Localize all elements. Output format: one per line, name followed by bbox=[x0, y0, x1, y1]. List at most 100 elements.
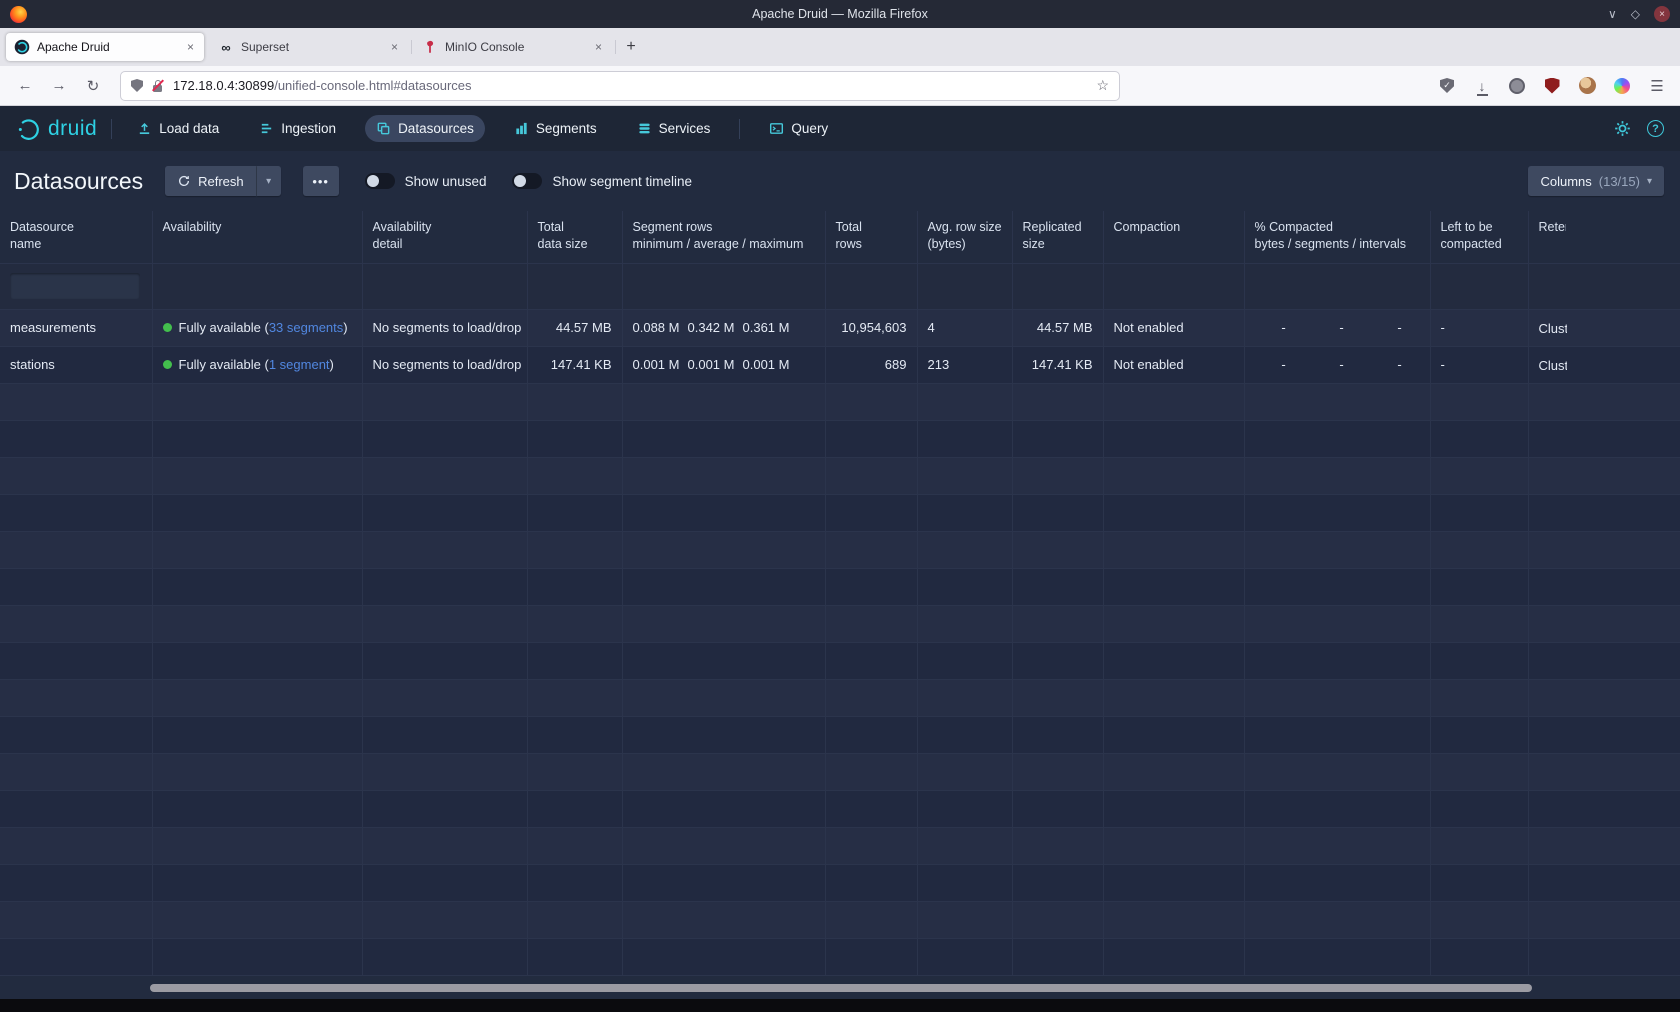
nav-label: Load data bbox=[159, 121, 219, 136]
druid-logo-icon bbox=[16, 116, 42, 142]
cell-segment-rows: 0.088 M0.342 M0.361 M bbox=[622, 309, 825, 346]
downloads-icon[interactable]: ↓ bbox=[1469, 73, 1495, 99]
empty-table-row bbox=[0, 383, 1680, 420]
table-row[interactable]: stations Fully available (1 segment) No … bbox=[0, 346, 1680, 383]
horizontal-scrollbar[interactable] bbox=[150, 984, 1532, 992]
filter-row bbox=[0, 263, 1680, 309]
bookmark-star-icon[interactable]: ☆ bbox=[1096, 77, 1109, 94]
columns-button[interactable]: Columns (13/15) ▾ bbox=[1528, 166, 1664, 196]
tab-close-icon[interactable]: × bbox=[389, 40, 400, 54]
col-availability[interactable]: Availability bbox=[152, 211, 362, 263]
ingestion-icon bbox=[259, 121, 274, 136]
url-path: /unified-console.html#datasources bbox=[274, 78, 471, 93]
cell-pct-compacted: --- bbox=[1244, 346, 1430, 383]
url-bar[interactable]: 172.18.0.4:30899/unified-console.html#da… bbox=[120, 71, 1120, 101]
more-options-button[interactable]: ••• bbox=[303, 166, 339, 196]
col-availability-detail[interactable]: Availabilitydetail bbox=[362, 211, 527, 263]
refresh-dropdown-button[interactable]: ▾ bbox=[257, 166, 281, 196]
menu-button[interactable]: ☰ bbox=[1644, 73, 1670, 99]
profile-avatar[interactable] bbox=[1574, 73, 1600, 99]
show-segment-timeline-toggle[interactable]: Show segment timeline bbox=[512, 173, 692, 189]
cell-left-to-compact: - bbox=[1430, 309, 1528, 346]
empty-table-row bbox=[0, 568, 1680, 605]
settings-gear-icon[interactable] bbox=[1613, 119, 1632, 138]
col-left-to-compact[interactable]: Left to becompacted bbox=[1430, 211, 1528, 263]
datasources-icon bbox=[376, 121, 391, 136]
minimize-icon[interactable]: ∨ bbox=[1608, 6, 1617, 22]
close-button[interactable]: × bbox=[1654, 6, 1670, 22]
tab-label: Superset bbox=[241, 40, 382, 54]
empty-table-row bbox=[0, 901, 1680, 938]
tab-superset[interactable]: ∞ Superset × bbox=[210, 33, 408, 61]
ublock-origin-icon[interactable] bbox=[1539, 73, 1565, 99]
datasources-table: Datasourcename Availability Availability… bbox=[0, 211, 1680, 976]
services-icon bbox=[637, 121, 652, 136]
insecure-lock-icon[interactable] bbox=[151, 78, 165, 93]
empty-table-row bbox=[0, 531, 1680, 568]
new-tab-button[interactable]: + bbox=[618, 34, 644, 60]
tab-close-icon[interactable]: × bbox=[593, 40, 604, 54]
tab-close-icon[interactable]: × bbox=[185, 40, 196, 54]
refresh-button[interactable]: Refresh bbox=[165, 166, 256, 196]
cell-datasource-name[interactable]: measurements bbox=[0, 309, 152, 346]
cell-retention: Cluster default bbox=[1528, 346, 1680, 383]
nav-load-data[interactable]: Load data bbox=[126, 115, 230, 142]
empty-table-row bbox=[0, 642, 1680, 679]
cell-avg-row-size: 4 bbox=[917, 309, 1012, 346]
segments-icon bbox=[514, 121, 529, 136]
nav-datasources[interactable]: Datasources bbox=[365, 115, 485, 142]
back-button[interactable]: ← bbox=[10, 72, 40, 100]
nav-segments[interactable]: Segments bbox=[503, 115, 608, 142]
tab-apache-druid[interactable]: Apache Druid × bbox=[6, 33, 204, 61]
tab-strip: Apache Druid × ∞ Superset × MinIO Consol… bbox=[0, 28, 1680, 66]
window-titlebar: Apache Druid — Mozilla Firefox ∨ ◇ × bbox=[0, 0, 1680, 28]
nav-ingestion[interactable]: Ingestion bbox=[248, 115, 347, 142]
col-total-data-size[interactable]: Totaldata size bbox=[527, 211, 622, 263]
tab-minio-console[interactable]: MinIO Console × bbox=[414, 33, 612, 61]
col-segment-rows[interactable]: Segment rowsminimum / average / maximum bbox=[622, 211, 825, 263]
extension-pinwheel-icon[interactable] bbox=[1609, 73, 1635, 99]
reload-button[interactable]: ↻ bbox=[78, 72, 108, 100]
help-icon[interactable]: ? bbox=[1647, 120, 1664, 137]
col-pct-compacted[interactable]: % Compactedbytes / segments / intervals bbox=[1244, 211, 1430, 263]
window-title: Apache Druid — Mozilla Firefox bbox=[0, 7, 1680, 21]
superset-favicon: ∞ bbox=[218, 39, 234, 55]
show-unused-toggle[interactable]: Show unused bbox=[365, 173, 487, 189]
segments-link[interactable]: 1 segment bbox=[269, 357, 330, 372]
shield-check-icon[interactable]: ✓ bbox=[1434, 73, 1460, 99]
druid-logo[interactable]: druid bbox=[16, 116, 97, 142]
chevron-down-icon: ▾ bbox=[1647, 176, 1652, 187]
col-replicated-size[interactable]: Replicatedsize bbox=[1012, 211, 1103, 263]
col-retention[interactable]: Retention bbox=[1528, 211, 1680, 263]
tracking-protection-shield-icon[interactable] bbox=[131, 79, 143, 92]
cell-replicated-size: 147.41 KB bbox=[1012, 346, 1103, 383]
scroll-zone bbox=[0, 976, 1680, 999]
col-avg-row-size[interactable]: Avg. row size(bytes) bbox=[917, 211, 1012, 263]
empty-table-row bbox=[0, 864, 1680, 901]
maximize-icon[interactable]: ◇ bbox=[1631, 6, 1640, 22]
segments-link[interactable]: 33 segments bbox=[269, 320, 343, 335]
nav-label: Datasources bbox=[398, 121, 474, 136]
available-status-icon bbox=[163, 360, 172, 369]
nav-query[interactable]: Query bbox=[758, 115, 839, 142]
cell-total-data-size: 44.57 MB bbox=[527, 309, 622, 346]
col-compaction[interactable]: Compaction bbox=[1103, 211, 1244, 263]
toggle-label: Show segment timeline bbox=[552, 174, 692, 189]
tab-label: MinIO Console bbox=[445, 40, 586, 54]
tab-label: Apache Druid bbox=[37, 40, 178, 54]
columns-label: Columns bbox=[1540, 174, 1591, 189]
nav-services[interactable]: Services bbox=[626, 115, 722, 142]
toggle-knob bbox=[514, 175, 526, 187]
account-icon[interactable] bbox=[1504, 73, 1530, 99]
cell-datasource-name[interactable]: stations bbox=[0, 346, 152, 383]
table-row[interactable]: measurements Fully available (33 segment… bbox=[0, 309, 1680, 346]
cell-availability-detail: No segments to load/drop bbox=[362, 309, 527, 346]
datasource-filter-input[interactable] bbox=[10, 273, 140, 299]
druid-header: druid Load data Ingestion Datasources Se… bbox=[0, 106, 1680, 151]
available-status-icon bbox=[163, 323, 172, 332]
toggle-track bbox=[512, 173, 542, 189]
forward-button[interactable]: → bbox=[44, 72, 74, 100]
cell-replicated-size: 44.57 MB bbox=[1012, 309, 1103, 346]
col-datasource-name[interactable]: Datasourcename bbox=[0, 211, 152, 263]
col-total-rows[interactable]: Totalrows bbox=[825, 211, 917, 263]
